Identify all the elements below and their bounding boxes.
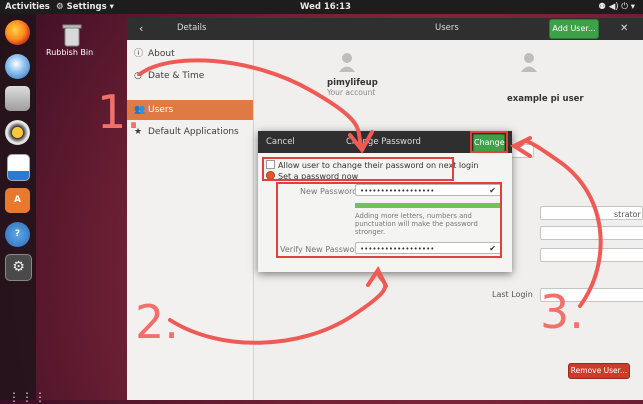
dock: A ? ⚙ ⋮⋮⋮ (0, 14, 46, 404)
user-subtitle: Your account (327, 88, 376, 97)
close-icon[interactable]: ✕ (620, 23, 628, 34)
highlight-change-button (470, 131, 508, 153)
sidebar-item-default-applications[interactable]: ★ Default Applications (127, 122, 253, 142)
highlight-options (262, 157, 454, 181)
libreoffice-writer-icon[interactable] (7, 154, 30, 181)
remove-user-button[interactable]: Remove User... (568, 363, 630, 379)
header-bar: ‹ Details Users Add User... ✕ (127, 18, 643, 40)
step-number: 1. (97, 85, 141, 139)
firefox-icon[interactable] (5, 20, 30, 45)
clock[interactable]: Wed 16:13 (300, 2, 351, 12)
cancel-button[interactable]: Cancel (266, 137, 295, 147)
background-field (540, 226, 643, 240)
info-icon: ⓘ (134, 49, 144, 59)
highlight-password-fields (276, 182, 502, 258)
dialog-title: Change Password (346, 137, 421, 147)
settings-app-menu[interactable]: ⚙ Settings ▾ (56, 2, 114, 12)
sidebar-item-label: About (148, 49, 175, 59)
sidebar-item-label: Default Applications (148, 127, 239, 137)
step-number: 3. (540, 285, 584, 339)
users-title: Users (435, 23, 459, 33)
account-type-text: strator (614, 210, 641, 219)
rubbish-bin-icon[interactable] (58, 22, 86, 48)
last-login-label: Last Login (492, 290, 533, 299)
details-title: Details (177, 23, 207, 33)
system-tray[interactable]: ⚉ ◀) ⏻ ▾ (598, 2, 635, 12)
add-user-button[interactable]: Add User... (549, 19, 599, 39)
background-field (540, 248, 643, 262)
files-icon[interactable] (5, 86, 30, 111)
back-button[interactable]: ‹ (139, 22, 143, 35)
thunderbird-icon[interactable] (5, 54, 30, 79)
show-applications-icon[interactable]: ⋮⋮⋮ (8, 390, 47, 404)
avatar-icon[interactable] (520, 52, 538, 72)
avatar-icon[interactable] (338, 52, 356, 72)
top-bar: Activities ⚙ Settings ▾ Wed 16:13 ⚉ ◀) ⏻… (0, 0, 643, 14)
sidebar-item-label: Users (148, 105, 174, 115)
step-number: 2. (135, 295, 179, 349)
rubbish-bin-label: Rubbish Bin (46, 48, 94, 57)
activities-button[interactable]: Activities (5, 2, 50, 12)
rhythmbox-icon[interactable] (5, 120, 30, 145)
sidebar-item-date-time[interactable]: ◷ Date & Time (127, 66, 253, 86)
sidebar-item-users[interactable]: 👥 Users (127, 100, 253, 120)
software-center-icon[interactable]: A (5, 188, 30, 213)
settings-icon[interactable]: ⚙ (5, 254, 32, 281)
sidebar-item-about[interactable]: ⓘ About (127, 44, 253, 64)
user-name[interactable]: example pi user (507, 94, 584, 104)
user-name[interactable]: pimylifeup (327, 78, 378, 88)
clock-icon: ◷ (134, 71, 142, 81)
help-icon[interactable]: ? (5, 222, 30, 247)
sidebar-item-label: Date & Time (148, 71, 205, 81)
